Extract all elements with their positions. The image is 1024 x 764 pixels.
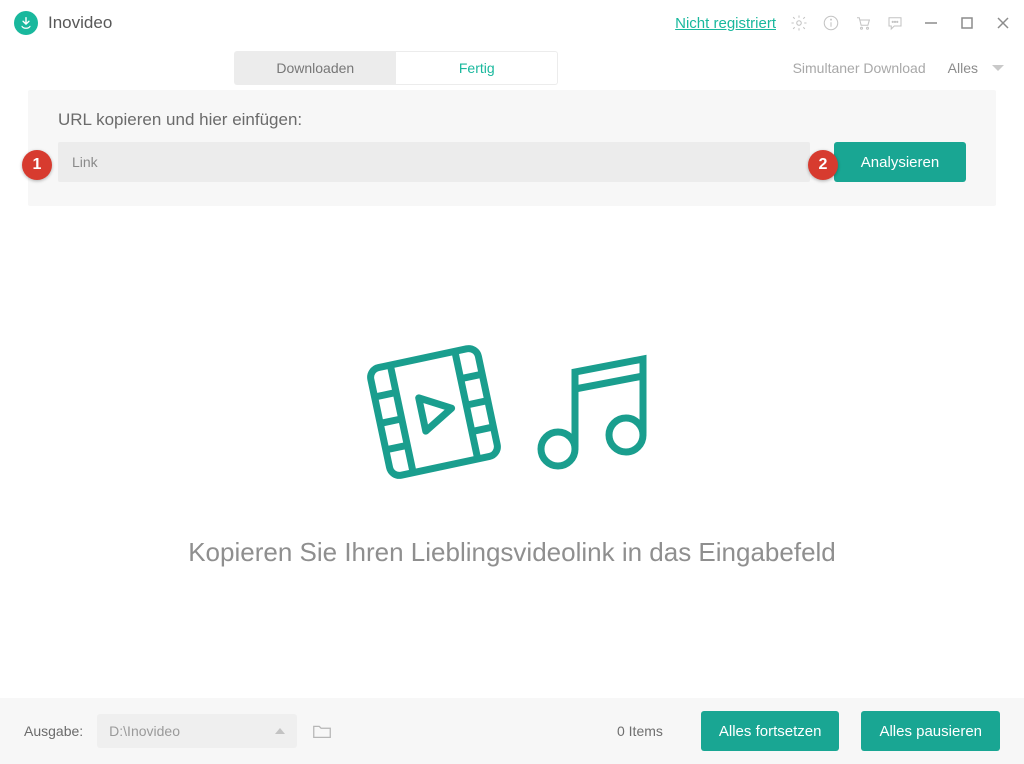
- simultaneous-download-value: Alles: [948, 60, 978, 76]
- music-note-icon: [525, 337, 665, 487]
- film-icon: [359, 337, 509, 487]
- not-registered-link[interactable]: Nicht registriert: [675, 15, 776, 32]
- chevron-down-icon: [992, 65, 1004, 71]
- tabs-row: Downloaden Fertig Simultaner Download Al…: [0, 46, 1024, 90]
- app-title: Inovideo: [48, 13, 112, 33]
- callout-2: 2: [808, 150, 838, 180]
- app-logo: [14, 11, 38, 35]
- info-icon[interactable]: [822, 14, 840, 32]
- empty-illustration: [359, 337, 665, 487]
- output-path-value: D:\Inovideo: [109, 723, 180, 739]
- bottom-bar: Ausgabe: D:\Inovideo 0 Items Alles forts…: [0, 698, 1024, 764]
- title-bar: Inovideo Nicht registriert: [0, 0, 1024, 46]
- simultaneous-download-select[interactable]: Alles: [942, 56, 1010, 80]
- gear-icon[interactable]: [790, 14, 808, 32]
- callout-1: 1: [22, 150, 52, 180]
- chevron-up-icon: [275, 728, 285, 734]
- analyze-button[interactable]: Analysieren: [834, 142, 966, 182]
- resume-all-button[interactable]: Alles fortsetzen: [701, 711, 840, 751]
- output-label: Ausgabe:: [24, 723, 83, 739]
- minimize-button[interactable]: [924, 16, 938, 30]
- simultaneous-download-label: Simultaner Download: [793, 60, 926, 76]
- close-button[interactable]: [996, 16, 1010, 30]
- url-panel: URL kopieren und hier einfügen: Analysie…: [28, 90, 996, 206]
- output-path-select[interactable]: D:\Inovideo: [97, 714, 297, 748]
- feedback-icon[interactable]: [886, 14, 904, 32]
- cart-icon[interactable]: [854, 14, 872, 32]
- tab-finished[interactable]: Fertig: [396, 51, 558, 85]
- empty-message: Kopieren Sie Ihren Lieblingsvideolink in…: [188, 537, 836, 568]
- pause-all-button[interactable]: Alles pausieren: [861, 711, 1000, 751]
- empty-state: Kopieren Sie Ihren Lieblingsvideolink in…: [0, 206, 1024, 698]
- maximize-button[interactable]: [960, 16, 974, 30]
- url-instruction-label: URL kopieren und hier einfügen:: [58, 110, 966, 130]
- open-folder-button[interactable]: [311, 720, 333, 742]
- items-count: 0 Items: [617, 723, 663, 739]
- tab-download[interactable]: Downloaden: [234, 51, 396, 85]
- url-input[interactable]: [58, 142, 810, 182]
